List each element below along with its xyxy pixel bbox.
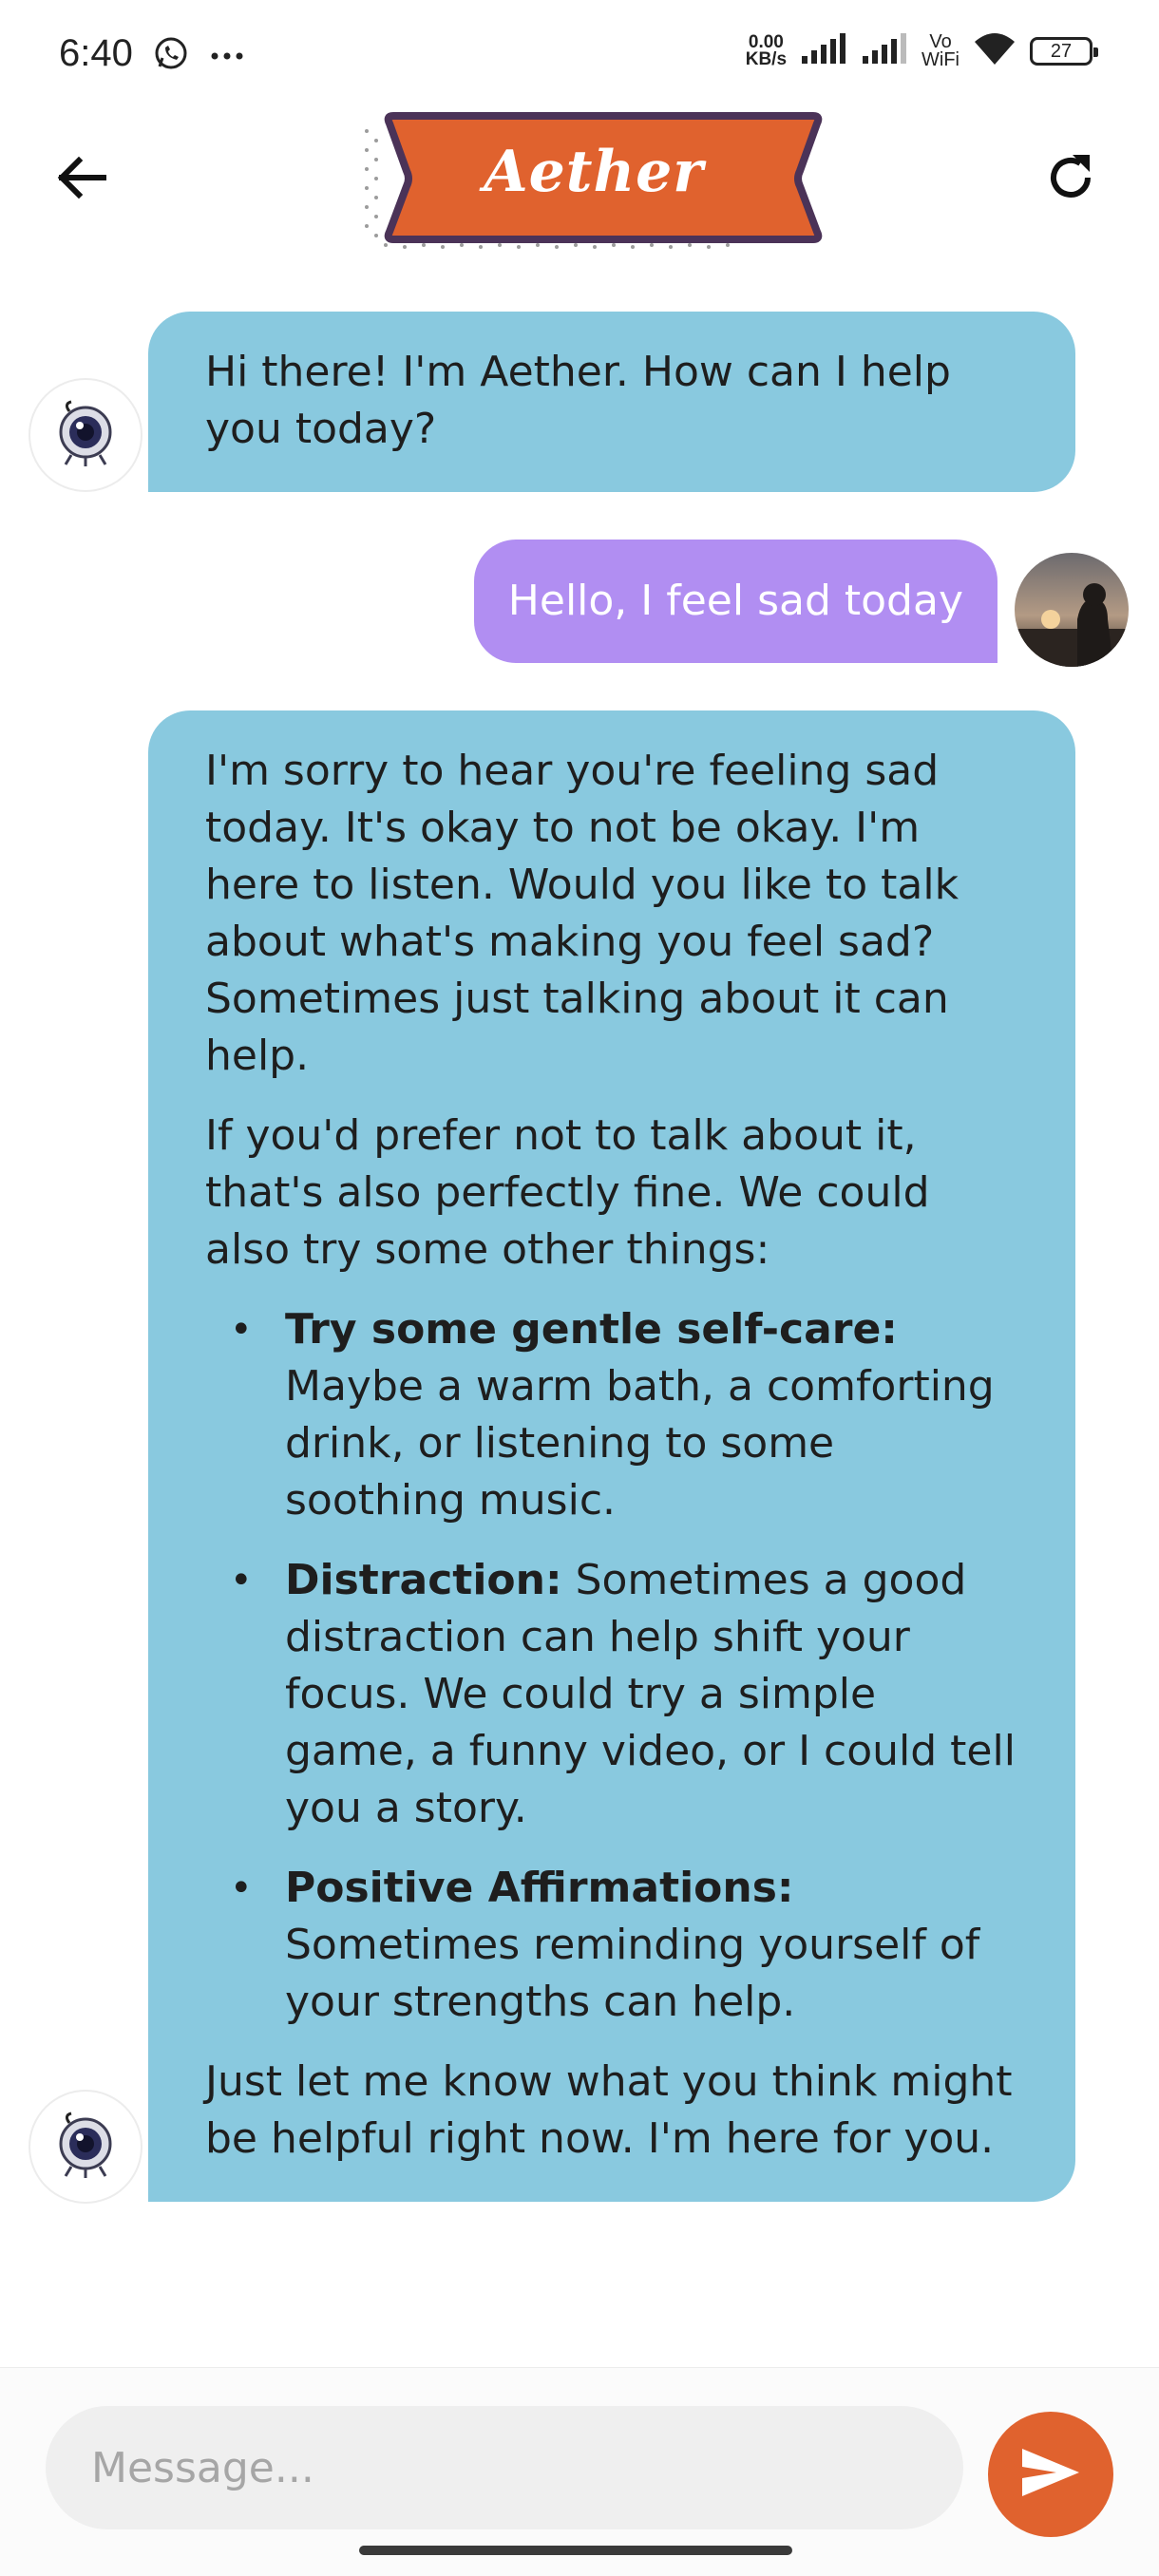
suggestion-title: Distraction:: [285, 1556, 562, 1604]
suggestion-list: Try some gentle self-care: Maybe a warm …: [205, 1301, 1018, 2031]
back-button[interactable]: [48, 146, 114, 213]
whatsapp-icon: [152, 34, 190, 76]
send-button[interactable]: [988, 2412, 1113, 2537]
list-item: Distraction: Sometimes a good distractio…: [205, 1552, 1018, 1837]
status-bar: 6:40 0.00 KB/s Vo WiFi 27: [0, 0, 1159, 112]
user-message-bubble: Hello, I feel sad today: [473, 540, 998, 663]
suggestion-body: Sometimes reminding yourself of your str…: [285, 1921, 980, 2026]
suggestion-title: Try some gentle self-care:: [285, 1305, 898, 1354]
message-input[interactable]: [46, 2406, 963, 2529]
app-title: Aether: [484, 139, 704, 205]
vowifi-bottom: WiFi: [922, 49, 960, 70]
send-icon: [1018, 2445, 1083, 2504]
robot-eye-icon: [50, 398, 121, 472]
suggestion-body: Maybe a warm bath, a comforting drink, o…: [285, 1362, 995, 1525]
refresh-icon: [1044, 151, 1097, 208]
wifi-icon: [973, 32, 1016, 70]
status-time: 6:40: [59, 32, 133, 74]
bot-avatar: [28, 378, 142, 492]
bot-message-bubble: Hi there! I'm Aether. How can I help you…: [148, 312, 1075, 492]
home-indicator[interactable]: [359, 2546, 792, 2555]
battery-level: 27: [1050, 40, 1073, 62]
refresh-button[interactable]: [1037, 146, 1104, 213]
bot-message-bubble: I'm sorry to hear you're feeling sad tod…: [148, 710, 1075, 2202]
app-header: Aether: [0, 112, 1159, 274]
list-item: Positive Affirmations: Sometimes remindi…: [205, 1860, 1018, 2031]
network-speed-unit: KB/s: [745, 49, 788, 69]
vowifi-indicator: Vo WiFi: [922, 32, 960, 70]
bot-message-paragraph: If you'd prefer not to talk about it, th…: [205, 1111, 930, 1274]
bot-message-paragraph: Just let me know what you think might be…: [205, 2057, 1013, 2163]
signal-icon: [800, 33, 847, 69]
message-composer: [0, 2367, 1159, 2576]
robot-eye-icon: [50, 2110, 121, 2184]
bot-avatar: [28, 2090, 142, 2204]
bot-message-paragraph: I'm sorry to hear you're feeling sad tod…: [205, 747, 960, 1080]
user-avatar: [1015, 553, 1129, 667]
more-dots-icon: [211, 47, 243, 65]
battery-icon: 27: [1030, 37, 1098, 66]
signal-icon: [861, 33, 908, 69]
app-logo: Aether: [361, 112, 826, 264]
user-message-text: Hello, I feel sad today: [507, 577, 963, 625]
suggestion-title: Positive Affirmations:: [285, 1864, 794, 1912]
list-item: Try some gentle self-care: Maybe a warm …: [205, 1301, 1018, 1529]
bot-message-text: Hi there! I'm Aether. How can I help you…: [205, 348, 951, 453]
status-system-icons: 0.00 KB/s Vo WiFi 27: [745, 32, 1098, 70]
status-notification-icons: [152, 34, 243, 76]
arrow-left-icon: [54, 155, 107, 204]
network-speed: 0.00 KB/s: [745, 33, 788, 69]
